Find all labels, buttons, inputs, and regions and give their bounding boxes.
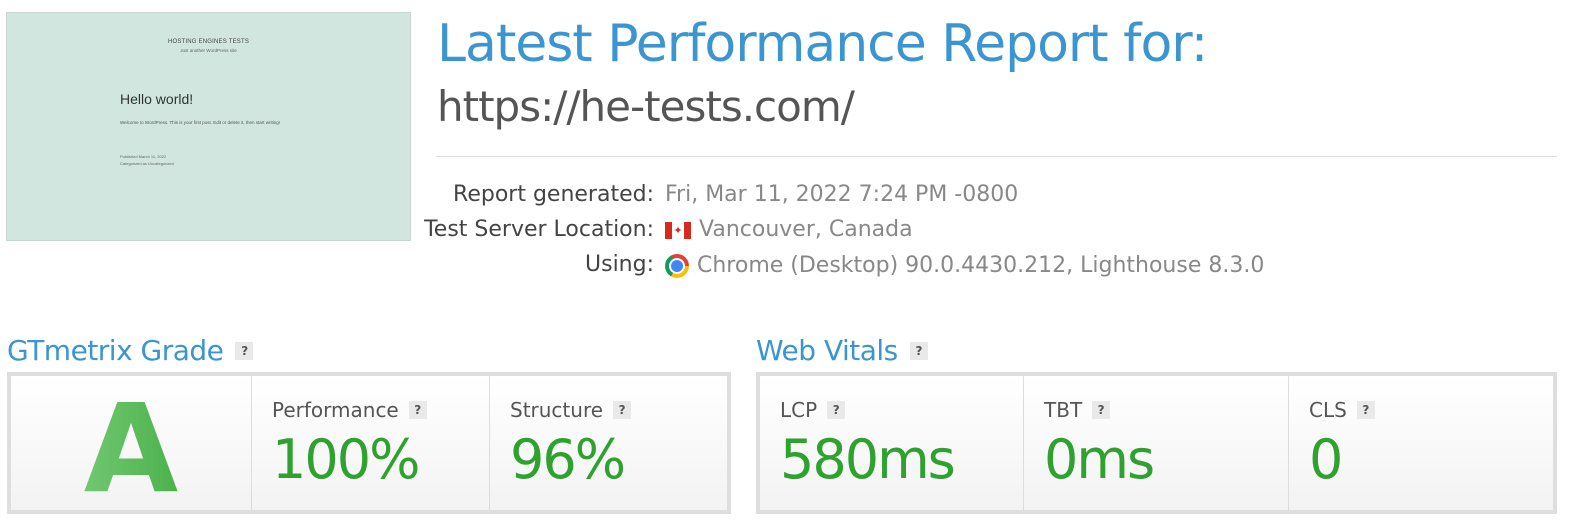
thumb-site-title: HOSTING ENGINES TESTS [167,39,250,45]
web-vitals-panel: LCP ? 580ms TBT ? 0ms CLS ? 0 [756,372,1557,514]
grade-letter: A [11,378,251,520]
cls-label: CLS [1309,398,1347,422]
meta-row-generated: Report generated: Fri, Mar 11, 2022 7:24… [436,182,1336,217]
tbt-value: 0ms [1044,428,1155,491]
gtmetrix-grade-panel: A Performance ? 100% Structure ? 96% [7,372,731,520]
performance-cell: Performance ? 100% [252,376,490,510]
web-vitals-title: Web Vitals [756,334,898,367]
thumb-published: Published March 11, 2022 [120,154,167,159]
generated-value: Fri, Mar 11, 2022 7:24 PM -0800 [665,182,1018,207]
generated-label: Report generated: [453,182,654,207]
tbt-help-icon[interactable]: ? [1092,401,1111,419]
location-value: ✦ Vancouver, Canada [665,217,913,242]
chrome-icon [665,254,689,278]
grade-help-icon[interactable]: ? [235,341,254,360]
using-text: Chrome (Desktop) 90.0.4430.212, Lighthou… [697,252,1265,278]
meta-row-location: Test Server Location: ✦ Vancouver, Canad… [424,217,1336,252]
report-url[interactable]: https://he-tests.com/ [437,82,855,131]
report-meta: Report generated: Fri, Mar 11, 2022 7:24… [424,182,1336,287]
tbt-label: TBT [1044,398,1083,422]
thumb-post-title: Hello world! [120,91,194,107]
performance-value: 100% [272,428,420,491]
structure-help-icon[interactable]: ? [613,401,632,419]
grade-cell: A [11,376,252,520]
using-value: Chrome (Desktop) 90.0.4430.212, Lighthou… [665,252,1264,278]
generated-date: Fri, Mar 11, 2022 7:24 PM -0800 [665,182,1019,207]
tbt-label-wrap: TBT ? [1044,398,1111,422]
page-screenshot-thumbnail[interactable]: HOSTING ENGINES TESTS Just another WordP… [6,12,411,241]
structure-value: 96% [510,428,626,491]
using-label: Using: [585,252,654,277]
lcp-value: 580ms [780,428,956,491]
cls-label-wrap: CLS ? [1309,398,1375,422]
performance-label: Performance [272,398,399,422]
cls-cell: CLS ? 0 [1289,376,1553,510]
thumb-post-meta: Published March 11, 2022 Categorized as … [120,153,174,167]
web-vitals-heading: Web Vitals ? [756,334,928,367]
meta-row-using: Using: Chrome (Desktop) 90.0.4430.212, L… [436,252,1336,287]
location-text: Vancouver, Canada [699,217,913,242]
structure-label-wrap: Structure ? [510,398,632,422]
gtmetrix-grade-title: GTmetrix Grade [7,334,224,367]
lcp-help-icon[interactable]: ? [827,401,846,419]
cls-help-icon[interactable]: ? [1356,401,1375,419]
thumb-post-body: Welcome to WordPress. This is your first… [120,120,281,125]
gtmetrix-grade-heading: GTmetrix Grade ? [7,334,254,367]
lcp-label: LCP [780,398,818,422]
lcp-label-wrap: LCP ? [780,398,846,422]
thumb-categorized: Categorized as Uncategorized [120,161,174,166]
report-title: Latest Performance Report for: [437,14,1208,74]
vitals-help-icon[interactable]: ? [909,341,928,360]
location-label: Test Server Location: [424,217,654,242]
divider [436,156,1557,157]
cls-value: 0 [1309,428,1343,491]
performance-label-wrap: Performance ? [272,398,427,422]
canada-flag-icon: ✦ [665,222,691,239]
performance-help-icon[interactable]: ? [408,401,427,419]
thumb-tagline: Just another WordPress site [180,48,237,53]
structure-cell: Structure ? 96% [490,376,727,510]
structure-label: Structure [510,398,604,422]
tbt-cell: TBT ? 0ms [1024,376,1289,510]
lcp-cell: LCP ? 580ms [760,376,1024,510]
